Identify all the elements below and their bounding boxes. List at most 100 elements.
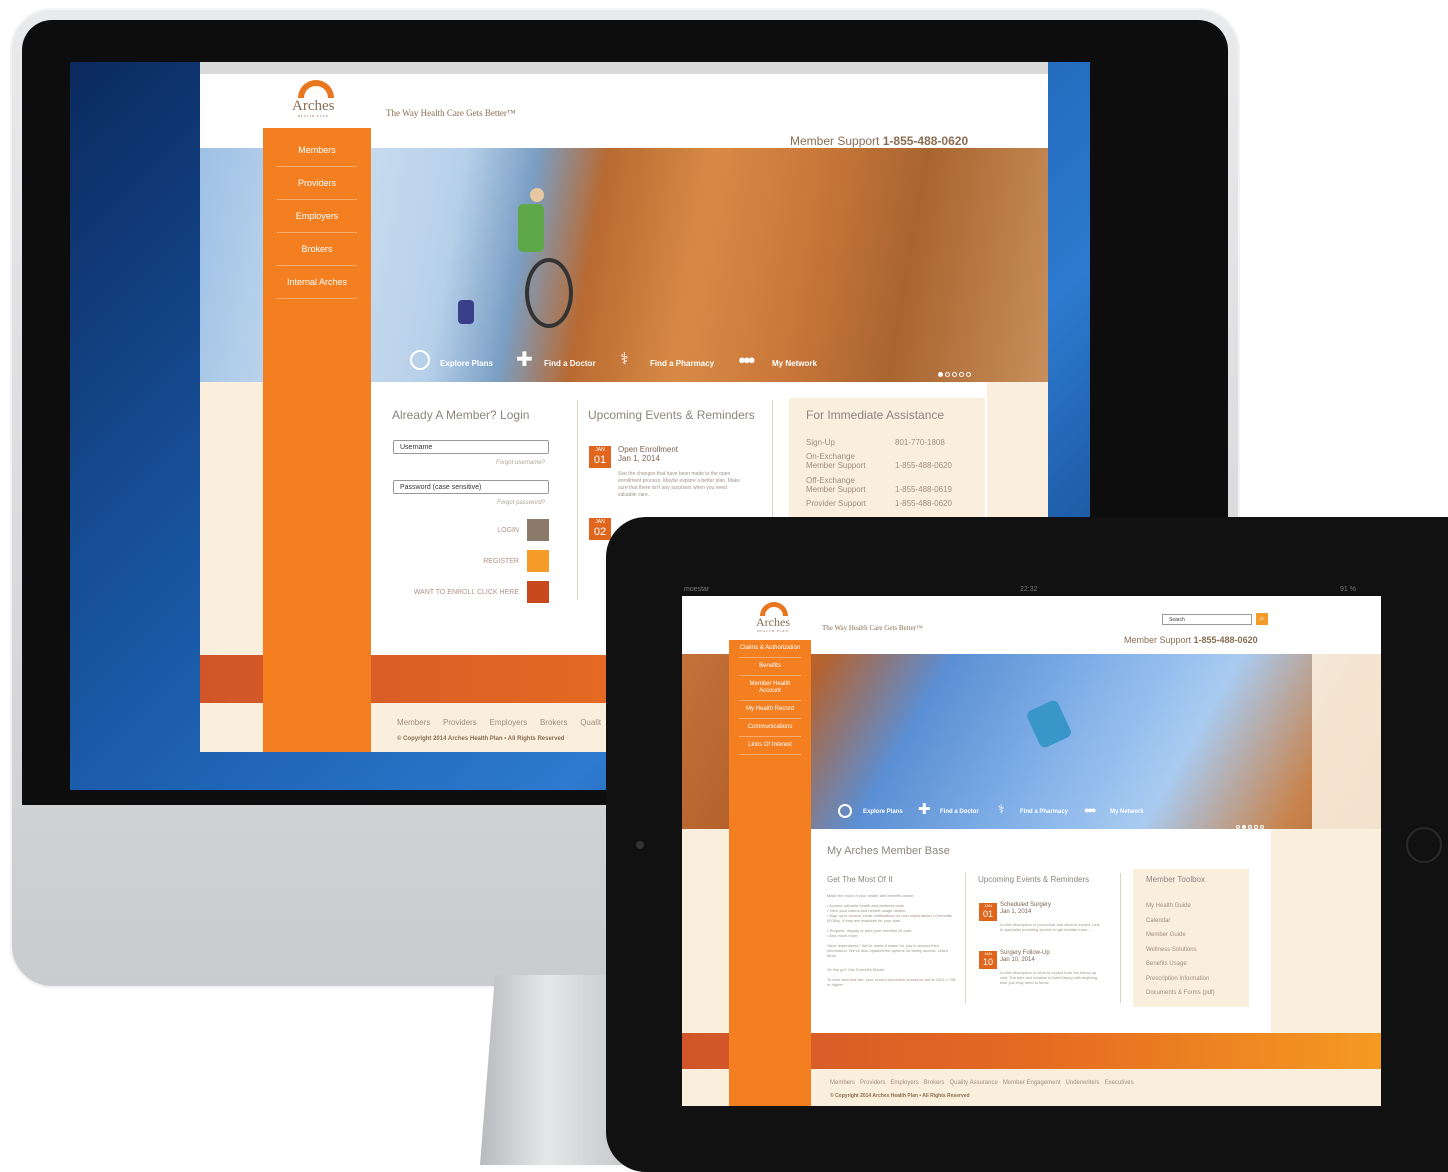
member-support: Member Support 1-855-488-0620 [790, 134, 968, 148]
event-date: Jan 1, 2014 [1000, 909, 1032, 915]
nav-internal-arches[interactable]: Internal Arches [277, 266, 357, 299]
footer-link[interactable]: Member Engagement [1003, 1080, 1061, 1086]
username-field[interactable]: Username [393, 440, 549, 454]
toolbox-link[interactable]: Member Guide [1146, 928, 1215, 943]
register-button[interactable] [527, 550, 549, 572]
event-title[interactable]: Open Enrollment Jan 1, 2014 [618, 445, 678, 463]
carousel-dot[interactable] [952, 372, 957, 377]
arches-logo[interactable]: Arches HEALTH PLAN [756, 602, 790, 633]
toolbox-link[interactable]: Documents & Forms (pdf) [1146, 986, 1215, 1001]
forgot-password-link[interactable]: Forgot password? [491, 500, 545, 506]
on-exchange-phone[interactable]: 1-855-488-0620 [895, 461, 952, 470]
footer-nav: Members Providers Employers Brokers Qual… [397, 718, 601, 727]
battery-level: 91 % [1340, 586, 1356, 593]
event-name: Scheduled Surgery [1000, 902, 1052, 908]
sidebar-nav: Members Providers Employers Brokers Inte… [263, 128, 371, 752]
footer-link[interactable]: Members [397, 718, 430, 727]
carousel-dot[interactable] [938, 372, 943, 377]
nav-providers[interactable]: Providers [277, 167, 357, 200]
footer-link[interactable]: Quality Assurance [949, 1080, 997, 1086]
provider-support-label: Provider Support [806, 499, 867, 508]
enroll-button[interactable] [527, 581, 549, 603]
carousel-dots[interactable] [938, 364, 973, 382]
event-month: JAN [984, 903, 992, 908]
register-label[interactable]: REGISTER [379, 558, 519, 565]
nav-employers[interactable]: Employers [277, 200, 357, 233]
medical-cross-icon: ✚ [516, 349, 533, 371]
nav-brokers[interactable]: Brokers [277, 233, 357, 266]
events-title: Upcoming Events & Reminders [978, 875, 1090, 884]
event-description: See the changes that have been made to t… [618, 471, 741, 498]
nav-claims-authorization[interactable]: Claims & Authorization [739, 640, 801, 658]
carousel-dot[interactable] [966, 372, 971, 377]
explore-plans-label: Explore Plans [440, 359, 493, 368]
ipad-home-button[interactable] [1406, 827, 1442, 863]
footer-link[interactable]: Qualit [580, 718, 601, 727]
toolbox-link[interactable]: Prescription Information [1146, 972, 1215, 987]
footer-link[interactable]: Members [830, 1080, 855, 1086]
toolbox-link[interactable]: My Health Guide [1146, 899, 1215, 914]
footer-link[interactable]: Providers [443, 718, 477, 727]
people-group-icon: ●●● [738, 352, 755, 367]
tagline: The Way Health Care Gets Better™ [386, 108, 516, 118]
event-month: JAN [595, 447, 605, 453]
most-mobile[interactable]: On the go? Use Everett's Mobile [827, 967, 957, 972]
footer-link[interactable]: Employers [890, 1080, 918, 1086]
biker-torso [518, 204, 544, 252]
events-title: Upcoming Events & Reminders [588, 408, 755, 422]
event-day: 01 [593, 454, 607, 466]
nav-member-health-account[interactable]: Member Health Account [739, 676, 801, 701]
logo-subname: HEALTH PLAN [757, 629, 789, 633]
event-title[interactable]: Scheduled Surgery Jan 1, 2014 [1000, 902, 1051, 916]
footer-link[interactable]: Underwriters [1066, 1080, 1100, 1086]
search-input[interactable]: Search [1162, 614, 1252, 625]
footer-link[interactable]: Providers [860, 1080, 885, 1086]
enroll-label[interactable]: WANT TO ENROLL CLICK HERE [379, 589, 519, 596]
nav-links-of-interest[interactable]: Links Of Interest [739, 737, 801, 755]
toolbox-link[interactable]: Wellness Solutions [1146, 943, 1215, 958]
event-month: JAN [595, 519, 605, 525]
event-title[interactable]: Surgery Follow-Up Jan 10, 2014 [1000, 950, 1050, 964]
event-date: Jan 1, 2014 [618, 454, 660, 463]
copyright: © Copyright 2014 Arches Health Plan • Al… [830, 1093, 970, 1099]
nav-members[interactable]: Members [277, 134, 357, 167]
support-phone: 1-855-488-0620 [1193, 635, 1258, 645]
second-biker [458, 300, 474, 324]
password-field[interactable]: Password (case sensitive) [393, 480, 549, 494]
toolbox-link[interactable]: Benefits Usage [1146, 957, 1215, 972]
toolbox-title: Member Toolbox [1146, 875, 1205, 884]
off-exchange-phone[interactable]: 1-855-488-0619 [895, 485, 952, 494]
ipad-camera [636, 841, 644, 849]
clock: 22:32 [1020, 586, 1038, 593]
forgot-username-link[interactable]: Forgot username? [491, 460, 545, 466]
footer-link[interactable]: Executives [1105, 1080, 1134, 1086]
event-date-badge: JAN 01 [979, 903, 997, 921]
footer-link[interactable]: Brokers [924, 1080, 945, 1086]
column-divider [1120, 873, 1121, 1003]
carousel-dot[interactable] [945, 372, 950, 377]
most-resolution: To best view this site, your screen reso… [827, 977, 956, 987]
most-bullet: • And much more [827, 933, 858, 938]
logo-name: Arches [756, 615, 790, 629]
footer-link[interactable]: Brokers [540, 718, 568, 727]
provider-support-phone[interactable]: 1-855-488-0620 [895, 499, 952, 508]
nav-my-health-record[interactable]: My Health Record [739, 701, 801, 719]
arches-logo[interactable]: Arches HEALTH PLAN [292, 80, 334, 118]
nav-benefits[interactable]: Benefits [739, 658, 801, 676]
footer-link[interactable]: Employers [489, 718, 527, 727]
toolbox-link[interactable]: Calendar [1146, 914, 1215, 929]
pharmacy-icon: ⚕ [998, 802, 1005, 816]
find-a-pharmacy-label: Find a Pharmacy [1020, 809, 1069, 815]
search-icon[interactable]: ⌕ [1256, 613, 1268, 625]
carousel-dot[interactable] [959, 372, 964, 377]
nav-communications[interactable]: Communications [739, 719, 801, 737]
login-button[interactable] [527, 519, 549, 541]
support-label: Member Support [1124, 635, 1194, 645]
find-a-doctor-label: Find a Doctor [940, 809, 979, 815]
medical-cross-icon: ✚ [918, 801, 931, 818]
login-label[interactable]: LOGIN [379, 527, 519, 534]
signup-phone[interactable]: 801-770-1808 [895, 438, 945, 447]
column-divider [577, 400, 578, 600]
biker-head [530, 188, 544, 202]
compass-icon [838, 804, 852, 818]
